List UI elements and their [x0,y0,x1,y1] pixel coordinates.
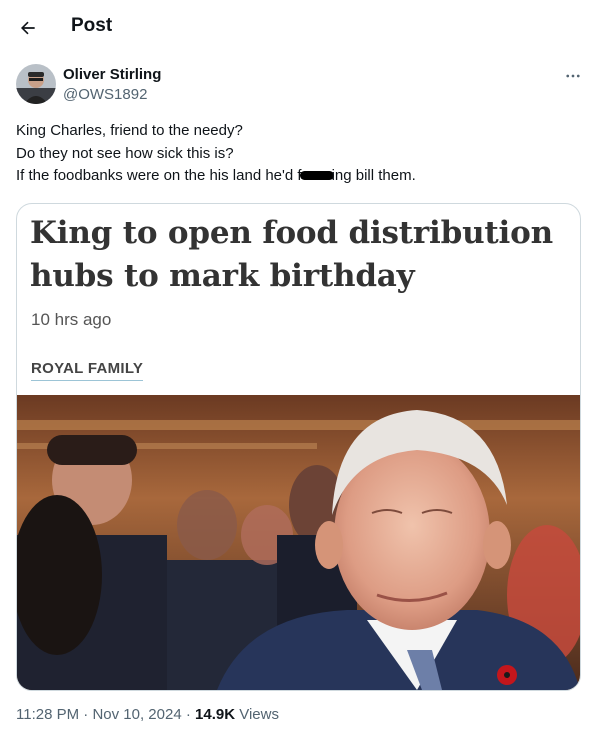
article-headline[interactable]: King to open food distribution hubs to m… [30,212,565,298]
author-block: Oliver Stirling @OWS1892 [16,64,581,108]
post-date[interactable]: Nov 10, 2024 [92,706,181,723]
tweet-line-1: King Charles, friend to the needy? [16,122,243,139]
article-category[interactable]: ROYAL FAMILY [31,360,144,381]
tweet-line-3-start: If the foodbanks were on the his land he… [16,167,302,184]
back-button[interactable] [14,14,42,42]
arrow-left-icon [21,21,35,35]
meta-separator: · [79,706,93,723]
more-options-button[interactable] [561,64,585,88]
tweet-text: King Charles, friend to the needy? Do th… [16,120,581,188]
views-label: Views [235,706,279,723]
more-dots-icon [566,74,580,78]
page-title: Post [71,15,113,36]
views-count: 14.9K [195,706,236,723]
redaction-mark [299,170,334,180]
avatar[interactable] [16,64,56,104]
author-name[interactable]: Oliver Stirling [63,66,161,83]
author-handle[interactable]: @OWS1892 [63,86,147,103]
tweet-line-3: If the foodbanks were on the his land he… [16,165,581,188]
article-photo[interactable] [17,395,580,690]
article-timestamp: 10 hrs ago [31,310,112,329]
tweet-line-2: Do they not see how sick this is? [16,144,234,162]
post-header: Post [0,0,597,54]
post-time[interactable]: 11:28 PM [16,706,79,723]
meta-separator: · [181,706,196,723]
link-preview-card[interactable]: King to open food distribution hubs to m… [16,203,581,691]
post-metadata: 11:28 PM · Nov 10, 2024 · 14.9K Views [16,706,279,723]
tweet-line-3-end: ing bill them. [331,167,416,184]
